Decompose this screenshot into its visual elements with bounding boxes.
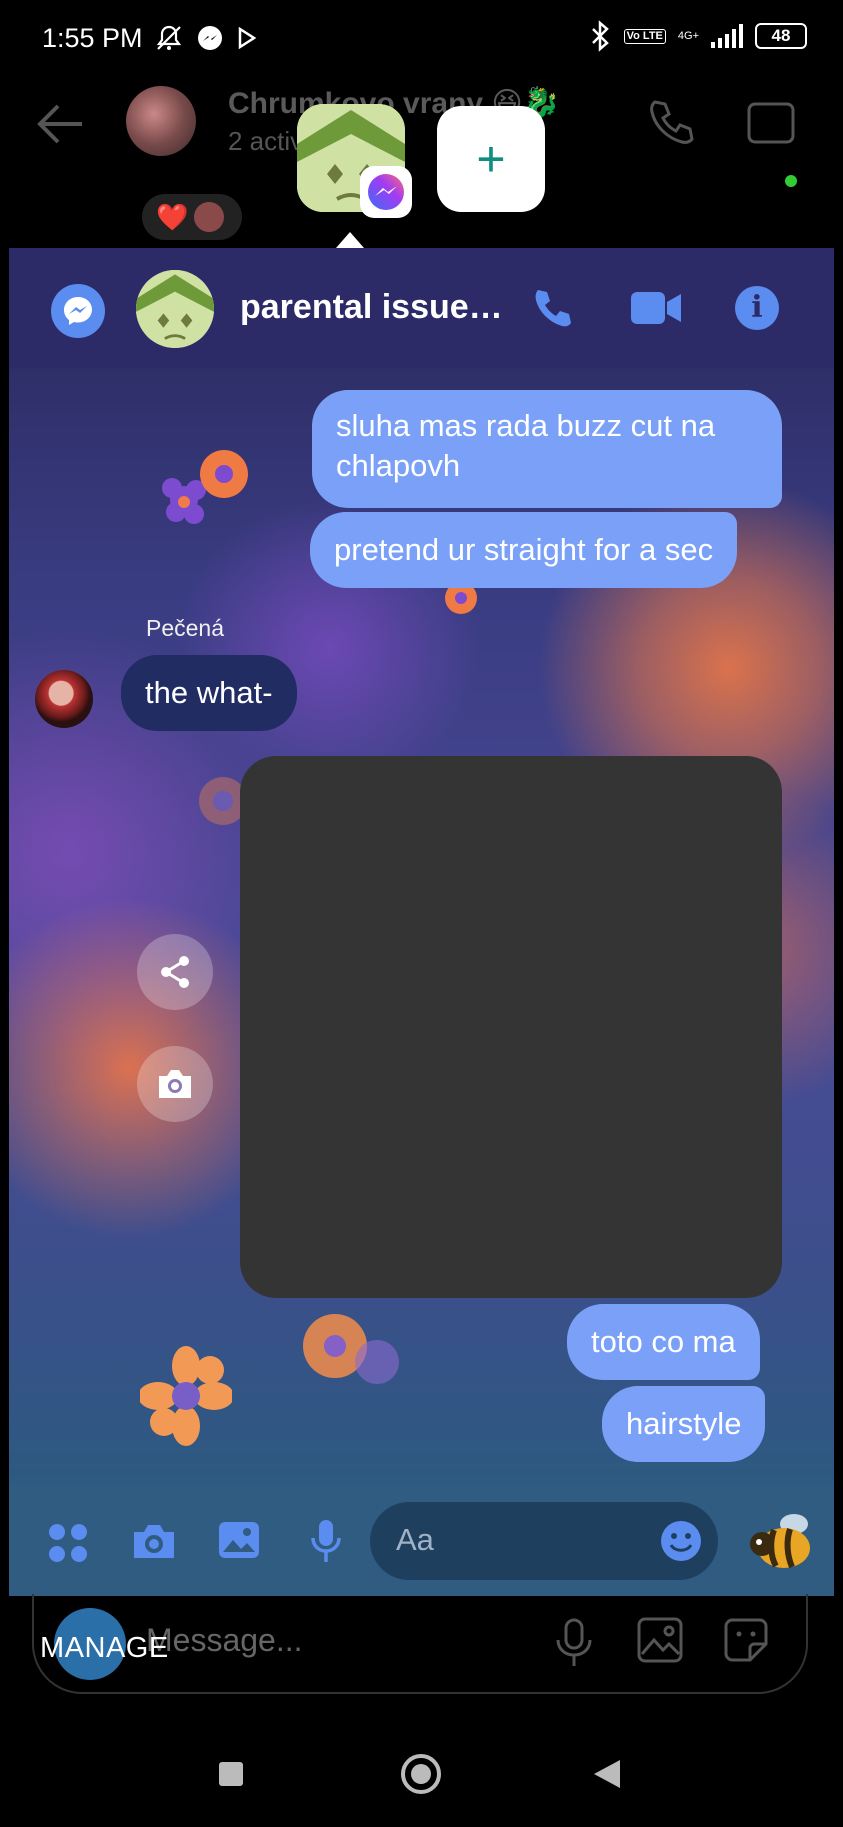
add-bubble-button[interactable]: + — [437, 106, 545, 212]
sticker-icon[interactable] — [722, 1616, 770, 1664]
flower-decoration — [162, 450, 248, 524]
active-status-dot — [782, 172, 800, 190]
background-chat-avatar — [126, 86, 196, 156]
chat-title[interactable]: parental issues… — [240, 288, 510, 327]
volte-badge: Vo LTE — [623, 28, 666, 44]
reaction-avatar — [194, 202, 225, 232]
outgoing-message[interactable]: sluha mas rada buzz cut na chlapovh — [312, 390, 782, 508]
outgoing-message[interactable]: hairstyle — [602, 1386, 766, 1462]
mute-bell-icon — [156, 25, 181, 50]
outgoing-message[interactable]: toto co ma — [567, 1304, 760, 1380]
emoji-icon[interactable] — [659, 1519, 703, 1563]
chat-header: parental issues… i — [9, 248, 834, 368]
share-icon — [161, 956, 189, 988]
background-reaction: ❤️ — [142, 194, 242, 240]
gallery-icon[interactable] — [217, 1520, 261, 1560]
back-arrow-icon[interactable] — [34, 102, 86, 146]
notification-icons — [155, 24, 257, 52]
background-chat-header: Chrumkovo vrany 😆🐉 2 active — [0, 76, 843, 206]
messenger-icon — [368, 174, 404, 210]
microphone-icon[interactable] — [554, 1616, 594, 1668]
bubble-pointer — [336, 232, 364, 248]
manage-button[interactable]: MANAGE — [40, 1632, 169, 1665]
status-bar: 1:55 PM Vo LTE 4G+ 48 — [0, 0, 843, 76]
bee-quick-reaction-icon[interactable] — [744, 1502, 818, 1576]
home-button[interactable] — [401, 1754, 441, 1794]
heart-reaction: ❤️ — [156, 201, 189, 232]
more-actions-icon[interactable] — [47, 1522, 89, 1564]
phone-icon[interactable] — [529, 286, 575, 332]
message-input[interactable]: Aa — [370, 1502, 718, 1580]
microphone-icon[interactable] — [309, 1518, 343, 1564]
back-button[interactable] — [594, 1760, 620, 1788]
messenger-icon — [197, 26, 222, 50]
messenger-badge — [360, 166, 412, 218]
chat-bubble-panel: parental issues… i sluha mas rada buzz c… — [9, 248, 834, 1596]
background-message-placeholder: Message... — [146, 1622, 303, 1658]
outgoing-message[interactable]: pretend ur straight for a sec — [310, 512, 738, 588]
share-button[interactable] — [137, 934, 213, 1010]
sender-name: Pečená — [146, 615, 225, 641]
group-avatar[interactable] — [136, 270, 214, 348]
flower-decoration — [140, 1346, 232, 1446]
battery-icon: 48 — [755, 23, 807, 49]
group-avatar-icon — [136, 270, 214, 348]
system-icons: Vo LTE 4G+ 48 — [588, 20, 807, 52]
navigation-bar — [0, 1740, 843, 1827]
play-icon — [238, 26, 256, 50]
message-composer: Aa — [9, 1484, 834, 1596]
shared-media[interactable] — [240, 756, 782, 1298]
camera-icon — [159, 1070, 191, 1098]
signal-icon — [711, 24, 743, 48]
network-type: 4G+ — [677, 29, 699, 42]
gallery-icon[interactable] — [636, 1616, 684, 1664]
camera-icon[interactable] — [130, 1520, 178, 1562]
flower-decoration — [303, 1314, 399, 1384]
status-time: 1:55 PM — [42, 22, 143, 53]
messenger-icon — [64, 297, 92, 325]
phone-icon[interactable] — [645, 96, 697, 148]
message-input-placeholder: Aa — [396, 1522, 434, 1557]
sender-avatar[interactable] — [35, 670, 93, 728]
recents-button[interactable] — [219, 1762, 243, 1786]
bluetooth-icon — [591, 20, 609, 52]
info-button[interactable]: i — [735, 286, 779, 330]
incoming-message[interactable]: the what- — [121, 655, 297, 731]
messenger-logo-button[interactable] — [51, 284, 105, 338]
video-icon[interactable] — [745, 96, 801, 148]
save-photo-button[interactable] — [137, 1046, 213, 1122]
video-camera-icon[interactable] — [629, 290, 683, 326]
